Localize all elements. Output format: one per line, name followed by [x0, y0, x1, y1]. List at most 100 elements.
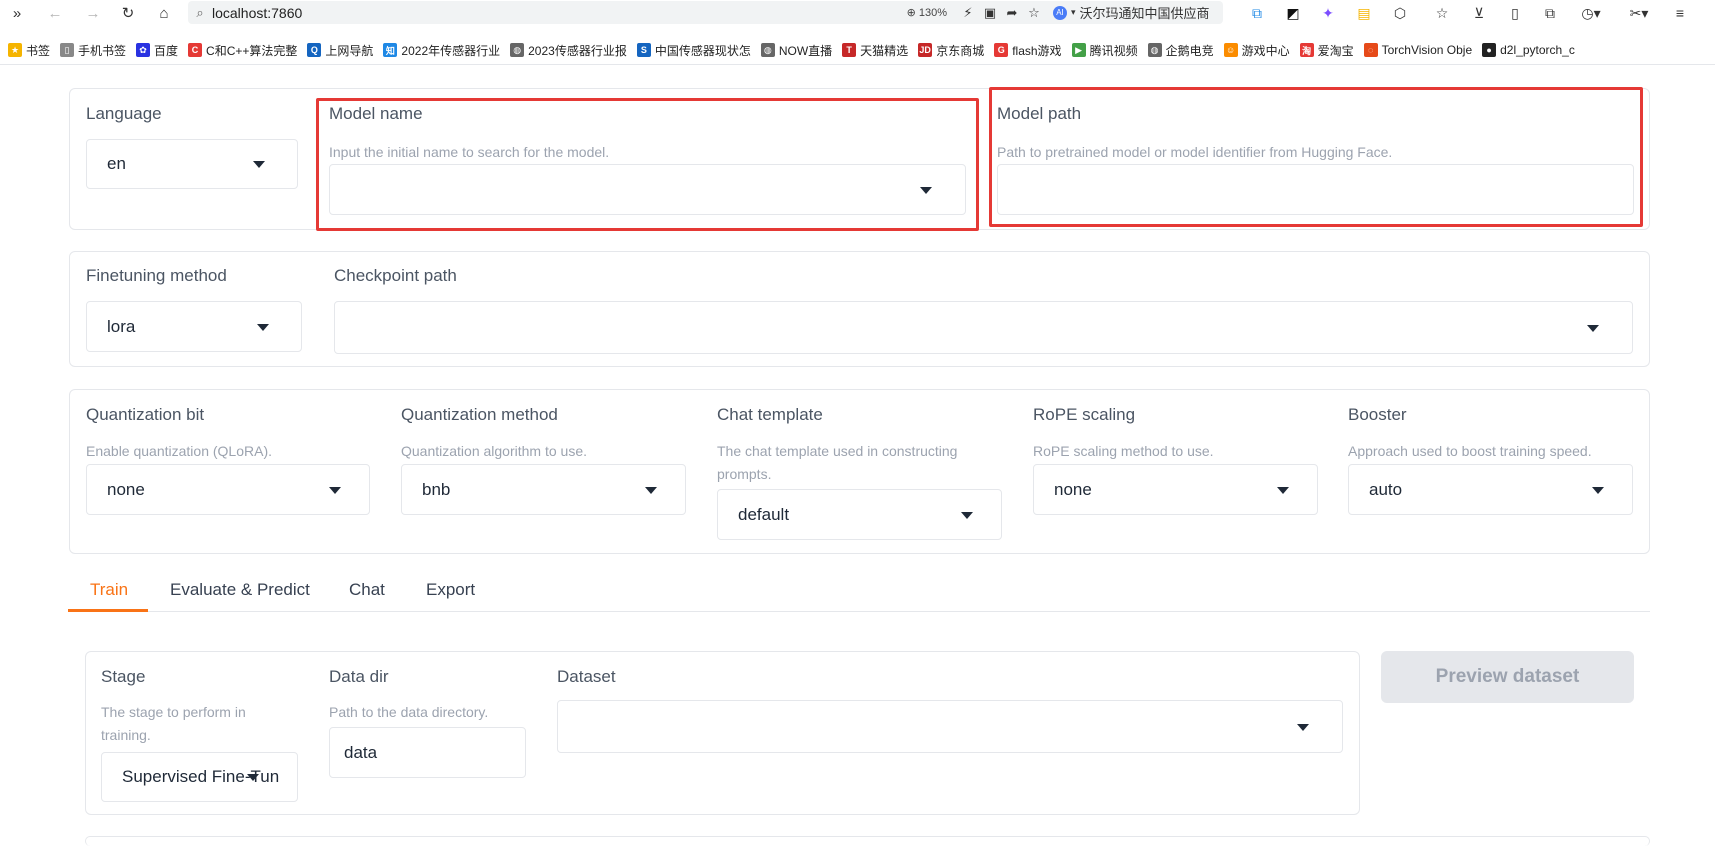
data-dir-label: Data dir	[329, 667, 389, 686]
checkpoint-dropdown[interactable]	[334, 301, 1633, 354]
bookmark-item[interactable]: ◌ TorchVision Obje	[1363, 43, 1473, 57]
preview-dataset-button[interactable]: Preview dataset	[1381, 651, 1634, 703]
finetune-method-dropdown[interactable]: lora	[86, 301, 302, 352]
dataset-dropdown[interactable]	[557, 700, 1343, 753]
bookmark-item[interactable]: ☺ 游戏中心	[1223, 42, 1290, 59]
bookmark-item[interactable]: ● d2l_pytorch_c	[1482, 43, 1575, 57]
bookmark-favicon-icon: ◍	[760, 43, 775, 57]
bookmark-favicon-icon: T	[842, 43, 857, 57]
bookmark-item[interactable]: Gflash游戏	[994, 42, 1062, 59]
bookmark-item[interactable]: Q 上网导航	[307, 42, 373, 59]
zoom-icon: ⊕	[906, 7, 916, 19]
chevron-down-icon	[1587, 324, 1599, 332]
quant-method-info: Quantization algorithm to use.	[401, 443, 587, 459]
url-text[interactable]: localhost:7860	[212, 5, 907, 21]
model-name-dropdown[interactable]	[329, 164, 966, 215]
bookmark-item[interactable]: 淘爱淘宝	[1299, 42, 1354, 59]
booster-dropdown[interactable]: auto	[1348, 464, 1633, 515]
bookmark-favicon-icon: 知	[383, 43, 398, 57]
tab-evaluate-predict[interactable]: Evaluate & Predict	[170, 580, 310, 600]
main-tabs: Train Evaluate & Predict Chat Export	[68, 574, 1650, 612]
bookmark-favicon-icon: S	[636, 43, 651, 57]
bookmark-label: 天猫精选	[860, 43, 909, 58]
finetune-method-label: Finetuning method	[86, 266, 227, 285]
bookmark-label: 企鹅电竞	[1165, 43, 1214, 58]
bookmark-item[interactable]: JD 京东商城	[918, 42, 984, 59]
language-dropdown[interactable]: en	[86, 139, 298, 189]
active-tab-indicator	[68, 609, 148, 612]
bookmark-item[interactable]: ▯ 手机书签	[60, 42, 126, 59]
bookmark-favicon-icon: C	[188, 43, 203, 57]
forward-icon[interactable]: →	[80, 1, 106, 25]
home-icon[interactable]: ⌂	[151, 1, 177, 25]
bookmark-label: d2l_pytorch_c	[1500, 43, 1575, 57]
bookmark-item[interactable]: C C和C++算法完整	[188, 42, 297, 59]
bookmark-favicon-icon: ◌	[1363, 43, 1378, 57]
bookmark-item[interactable]: T 天猫精选	[842, 42, 908, 59]
bookmark-item[interactable]: ◍ 企鹅电竞	[1147, 42, 1214, 59]
address-bar[interactable]: ⌕ localhost:7860 ⊕ 130% ⚡ ▣ ➦ ☆ AI ▾ 沃尔玛…	[188, 1, 1223, 24]
bookmark-label: 爱淘宝	[1317, 43, 1354, 58]
data-dir-input[interactable]: data	[329, 727, 526, 778]
bookmark-item[interactable]: 知 2022年传感器行业	[383, 42, 500, 59]
quant-method-dropdown[interactable]: bnb	[401, 464, 686, 515]
finetune-method-value: lora	[107, 316, 136, 336]
stage-dropdown[interactable]: Supervised Fine-Tun	[101, 752, 298, 802]
bookmark-label: 游戏中心	[1241, 43, 1290, 58]
bookmark-favicon-icon: ▶	[1071, 43, 1086, 57]
bookmark-label: 2022年传感器行业	[401, 43, 501, 58]
chevron-down-icon	[329, 486, 341, 494]
tab-chat[interactable]: Chat	[349, 580, 385, 600]
chevron-down-icon	[961, 511, 973, 519]
rope-value: none	[1054, 479, 1092, 499]
tab-export[interactable]: Export	[426, 580, 475, 600]
checkpoint-label: Checkpoint path	[334, 266, 457, 285]
chevron-down-icon	[1592, 486, 1604, 494]
bookmark-label: 手机书签	[78, 43, 127, 58]
bookmark-label: C和C++算法完整	[206, 43, 298, 58]
bookmark-item[interactable]: ★ 书签	[8, 42, 50, 59]
bookmark-label: TorchVision Obje	[1381, 43, 1473, 57]
rope-label: RoPE scaling	[1033, 405, 1136, 424]
rope-dropdown[interactable]: none	[1033, 464, 1318, 515]
quant-bit-dropdown[interactable]: none	[86, 464, 370, 515]
collections-icon[interactable]: ⧉	[1538, 1, 1562, 25]
favorites-icon[interactable]: ☆	[1430, 1, 1454, 25]
chart-extension-icon[interactable]: ◩	[1281, 1, 1305, 25]
bookmark-item[interactable]: ◍ 2023传感器行业报	[510, 42, 627, 59]
reload-icon[interactable]: ↻	[115, 1, 141, 25]
sparkle-extension-icon[interactable]: ✦	[1316, 1, 1340, 25]
phone-icon[interactable]: ▯	[1503, 1, 1527, 25]
reader-icon[interactable]: ▣	[979, 1, 1001, 25]
menu-icon[interactable]: ≡	[1668, 1, 1692, 25]
zoom-level: 130%	[918, 6, 947, 19]
download-icon[interactable]: ⊻	[1467, 1, 1491, 25]
tools-icon[interactable]: ✂▾	[1624, 1, 1654, 25]
bookmark-favicon-icon: ★	[8, 43, 22, 57]
zoom-indicator[interactable]: ⊕ 130%	[906, 6, 947, 20]
history-icon[interactable]: ◷▾	[1576, 1, 1606, 25]
folder-extension-icon[interactable]: ▤	[1352, 1, 1376, 25]
template-dropdown[interactable]: default	[717, 489, 1002, 540]
bookmark-item[interactable]: ◍ NOW直播	[760, 42, 832, 59]
extensions-icon[interactable]: ⬡	[1388, 1, 1412, 25]
share-icon[interactable]: ➦	[1001, 1, 1023, 25]
bookmark-item[interactable]: ▶ 腾讯视频	[1071, 42, 1138, 59]
dataset-label: Dataset	[557, 667, 616, 686]
chevron-down-icon	[253, 161, 265, 168]
back-icon[interactable]: ←	[42, 1, 68, 25]
bookmark-item[interactable]: S 中国传感器现状怎	[636, 42, 751, 59]
tab-train[interactable]: Train	[90, 580, 128, 600]
bookmark-star-icon[interactable]: ☆	[1023, 1, 1045, 25]
chevron-down-icon	[645, 486, 657, 494]
bookmark-item[interactable]: ✿ 百度	[136, 42, 178, 59]
model-path-input[interactable]	[997, 164, 1634, 215]
bookmark-favicon-icon: ◍	[1147, 43, 1162, 57]
stage-label: Stage	[101, 667, 146, 686]
sidebar-toggle-icon[interactable]: »	[4, 1, 30, 25]
lightning-icon[interactable]: ⚡	[957, 1, 979, 25]
quant-method-label: Quantization method	[401, 405, 558, 424]
bookmark-label: flash游戏	[1012, 43, 1062, 58]
translate-icon[interactable]: ⧉	[1245, 1, 1269, 25]
ai-news-widget[interactable]: AI ▾ 沃尔玛通知中国供应商	[1053, 3, 1223, 22]
